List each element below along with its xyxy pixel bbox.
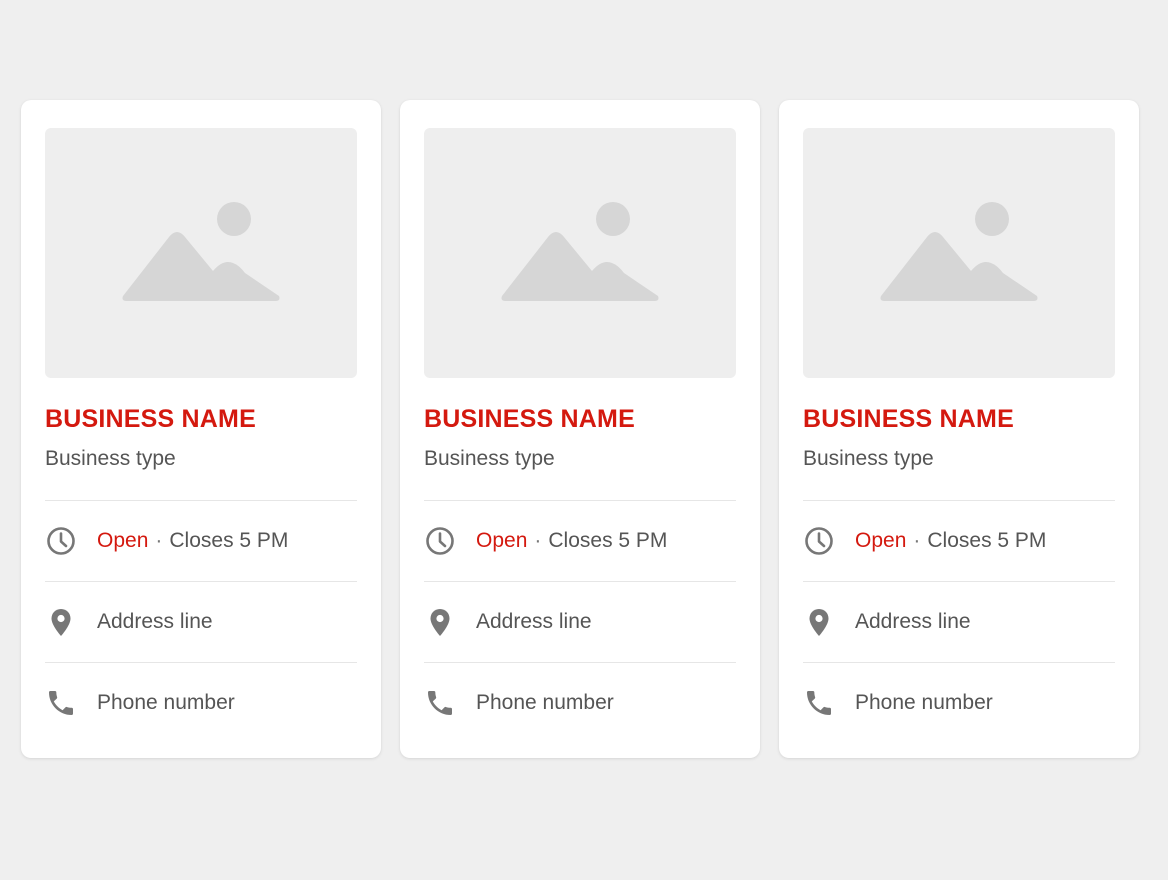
hours-row: Open · Closes 5 PM — [45, 501, 357, 581]
location-pin-icon — [45, 606, 77, 638]
phone-text[interactable]: Phone number — [855, 691, 993, 715]
business-card[interactable]: BUSINESS NAME Business type Open · Close… — [779, 100, 1139, 758]
closing-time: Closes 5 PM — [548, 529, 668, 552]
business-image-placeholder — [424, 128, 736, 378]
open-status: Open — [855, 529, 907, 552]
business-type: Business type — [803, 447, 934, 470]
business-name[interactable]: BUSINESS NAME — [45, 404, 357, 434]
business-card-list: BUSINESS NAME Business type Open · Close… — [21, 100, 1139, 758]
status-separator: · — [534, 529, 542, 552]
phone-text[interactable]: Phone number — [97, 691, 235, 715]
open-status: Open — [97, 529, 149, 552]
clock-icon — [803, 525, 835, 557]
location-pin-icon — [803, 606, 835, 638]
closing-time: Closes 5 PM — [927, 529, 1047, 552]
closing-time: Closes 5 PM — [169, 529, 289, 552]
open-status: Open — [476, 529, 528, 552]
hours-row: Open · Closes 5 PM — [424, 501, 736, 581]
business-name[interactable]: BUSINESS NAME — [424, 404, 736, 434]
business-card[interactable]: BUSINESS NAME Business type Open · Close… — [400, 100, 760, 758]
phone-row[interactable]: Phone number — [803, 663, 1115, 743]
business-name[interactable]: BUSINESS NAME — [803, 404, 1115, 434]
business-type: Business type — [424, 447, 555, 470]
hours-row: Open · Closes 5 PM — [803, 501, 1115, 581]
phone-text[interactable]: Phone number — [476, 691, 614, 715]
status-separator: · — [155, 529, 163, 552]
phone-icon — [424, 687, 456, 719]
address-row[interactable]: Address line — [424, 582, 736, 662]
business-type: Business type — [45, 447, 176, 470]
clock-icon — [45, 525, 77, 557]
address-text[interactable]: Address line — [97, 610, 213, 634]
phone-row[interactable]: Phone number — [424, 663, 736, 743]
location-pin-icon — [424, 606, 456, 638]
address-row[interactable]: Address line — [45, 582, 357, 662]
business-image-placeholder — [803, 128, 1115, 378]
image-placeholder-icon — [880, 202, 1038, 301]
address-text[interactable]: Address line — [476, 610, 592, 634]
clock-icon — [424, 525, 456, 557]
image-placeholder-icon — [501, 202, 659, 301]
address-row[interactable]: Address line — [803, 582, 1115, 662]
status-separator: · — [913, 529, 921, 552]
phone-icon — [803, 687, 835, 719]
business-card[interactable]: BUSINESS NAME Business type Open · Close… — [21, 100, 381, 758]
address-text[interactable]: Address line — [855, 610, 971, 634]
phone-icon — [45, 687, 77, 719]
business-image-placeholder — [45, 128, 357, 378]
image-placeholder-icon — [122, 202, 280, 301]
phone-row[interactable]: Phone number — [45, 663, 357, 743]
